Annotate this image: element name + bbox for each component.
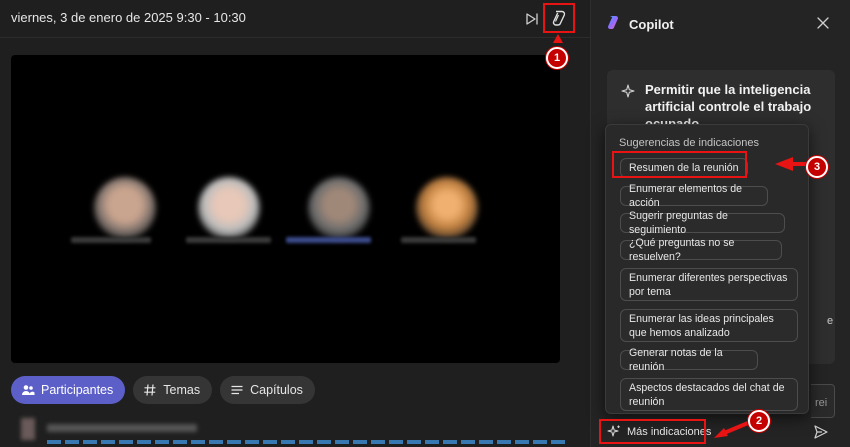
highlight-more-prompts bbox=[599, 419, 706, 444]
participant-name bbox=[47, 424, 197, 432]
video-player[interactable] bbox=[11, 55, 560, 363]
copilot-card-text-fragment: e bbox=[827, 315, 834, 327]
close-icon[interactable] bbox=[815, 15, 831, 31]
copilot-intro-text: Permitir que la inteligencia artificial … bbox=[645, 82, 812, 125]
suggestion-main-ideas[interactable]: Enumerar las ideas principales que hemos… bbox=[620, 309, 798, 342]
tab-topics[interactable]: Temas bbox=[133, 376, 213, 404]
tab-label: Temas bbox=[163, 383, 201, 397]
copilot-input-placeholder-fragment: rei bbox=[815, 397, 828, 409]
annotation-marker-1: 1 bbox=[546, 47, 568, 69]
participant-name bbox=[186, 237, 271, 243]
speaking-timeline-track[interactable] bbox=[47, 440, 567, 444]
suggestion-unresolved-questions[interactable]: ¿Qué preguntas no se resuelven? bbox=[620, 237, 782, 263]
send-icon[interactable] bbox=[813, 424, 829, 440]
annotation-arrow bbox=[714, 421, 749, 438]
copilot-header: Copilot bbox=[591, 0, 850, 46]
play-next-icon[interactable] bbox=[524, 11, 540, 27]
sparkle-icon bbox=[621, 84, 635, 98]
suggestion-generate-notes[interactable]: Generar notas de la reunión bbox=[620, 347, 758, 373]
highlight-meeting-summary bbox=[612, 151, 747, 178]
meeting-recap-pane: viernes, 3 de enero de 2025 9:30 - 10:30 bbox=[0, 0, 590, 447]
participant-avatar bbox=[198, 177, 260, 239]
highlight-copilot-button bbox=[543, 3, 575, 33]
teams-meeting-recap: viernes, 3 de enero de 2025 9:30 - 10:30 bbox=[0, 0, 850, 447]
recap-tabs: Participantes Temas Capítulos bbox=[11, 376, 315, 404]
participant-avatar bbox=[308, 177, 370, 239]
participant-name bbox=[401, 237, 476, 243]
participant-avatar bbox=[94, 177, 156, 239]
meeting-title: viernes, 3 de enero de 2025 9:30 - 10:30 bbox=[11, 10, 246, 25]
tab-label: Capítulos bbox=[250, 383, 303, 397]
copilot-title: Copilot bbox=[629, 17, 674, 32]
suggestions-heading: Sugerencias de indicaciones bbox=[619, 137, 760, 149]
hashtag-icon bbox=[143, 383, 157, 397]
suggestion-list-action-items[interactable]: Enumerar elementos de acción bbox=[620, 183, 768, 209]
tab-participants[interactable]: Participantes bbox=[11, 376, 126, 404]
participant-timeline[interactable] bbox=[11, 414, 571, 447]
participant-name bbox=[286, 237, 371, 243]
recap-top-bar: viernes, 3 de enero de 2025 9:30 - 10:30 bbox=[0, 0, 590, 38]
tab-label: Participantes bbox=[41, 383, 114, 397]
participant-thumbnail bbox=[21, 418, 35, 440]
copilot-logo-icon bbox=[605, 15, 621, 31]
suggestion-chat-highlights[interactable]: Aspectos destacados del chat de reunión bbox=[620, 378, 798, 411]
participant-avatar bbox=[416, 177, 478, 239]
people-icon bbox=[21, 383, 35, 397]
annotation-arrow bbox=[775, 157, 809, 171]
participant-name bbox=[71, 237, 151, 243]
suggestion-perspectives-by-topic[interactable]: Enumerar diferentes perspectivas por tem… bbox=[620, 268, 798, 301]
suggestion-follow-up-questions[interactable]: Sugerir preguntas de seguimiento bbox=[620, 210, 785, 236]
list-icon bbox=[230, 383, 244, 397]
annotation-marker-3: 3 bbox=[806, 156, 828, 178]
tab-chapters[interactable]: Capítulos bbox=[220, 376, 315, 404]
annotation-arrow bbox=[553, 34, 563, 43]
annotation-marker-2: 2 bbox=[748, 410, 770, 432]
